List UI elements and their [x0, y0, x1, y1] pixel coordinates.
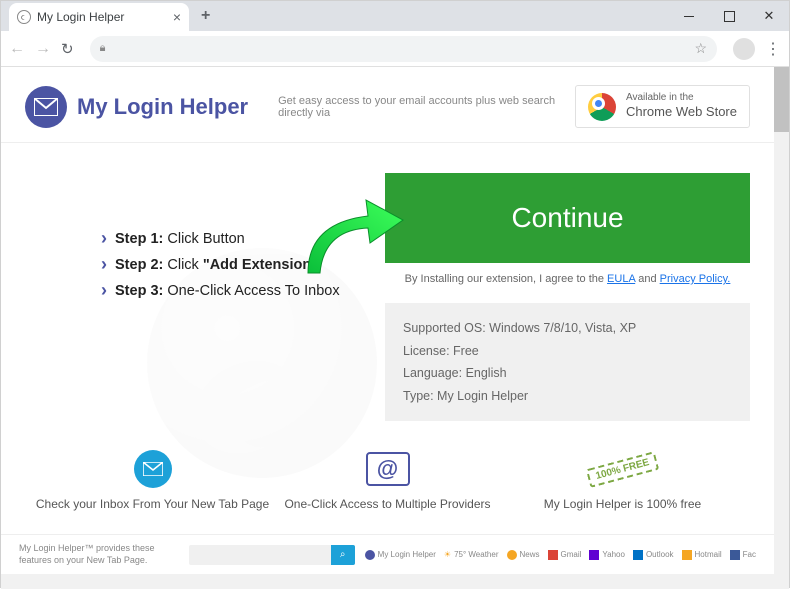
eula-link[interactable]: EULA [607, 273, 635, 285]
horizontal-scrollbar[interactable] [1, 574, 774, 589]
feature-providers: @ One-Click Access to Multiple Providers [270, 449, 505, 511]
feature-free: 100% FREE My Login Helper is 100% free [505, 449, 740, 511]
info-os: Supported OS: Windows 7/8/10, Vista, XP [403, 317, 732, 340]
back-button[interactable]: ← [9, 40, 25, 58]
search-favicon-icon [17, 10, 31, 24]
tab-close-icon[interactable]: × [173, 9, 181, 25]
info-language: Language: English [403, 362, 732, 385]
bottom-link-outlook[interactable]: Outlook [633, 550, 674, 560]
feature-text: Check your Inbox From Your New Tab Page [35, 497, 270, 511]
titlebar: My Login Helper × + [1, 1, 789, 31]
vertical-scrollbar[interactable] [774, 67, 789, 589]
mail-circle-icon [35, 449, 270, 489]
new-tab-button[interactable]: + [201, 7, 210, 25]
page-viewport: .com My Login Helper Get easy access to … [1, 67, 789, 589]
page-header: My Login Helper Get easy access to your … [25, 85, 750, 128]
window-controls [669, 1, 789, 31]
privacy-link[interactable]: Privacy Policy. [660, 273, 731, 285]
scrollbar-corner [774, 574, 789, 589]
steps-list: Step 1: Click Button Step 2: Click "Add … [25, 173, 385, 421]
toolbar: ← → ↻ 🔒︎ ☆ ⋮ [1, 31, 789, 67]
bottom-link-brand[interactable]: My Login Helper [365, 550, 436, 560]
step-3: Step 3: One-Click Access To Inbox [25, 283, 385, 299]
search-icon[interactable]: ⌕ [331, 545, 355, 565]
feature-inbox: Check your Inbox From Your New Tab Page [35, 449, 270, 511]
vertical-scrollbar-thumb[interactable] [774, 67, 789, 132]
address-bar[interactable]: 🔒︎ ☆ [90, 36, 717, 62]
bottom-search-input[interactable]: ⌕ [189, 545, 355, 565]
info-box: Supported OS: Windows 7/8/10, Vista, XP … [385, 303, 750, 421]
maximize-button[interactable] [709, 1, 749, 31]
at-sign-icon: @ [270, 449, 505, 489]
agree-text: By Installing our extension, I agree to … [385, 273, 750, 285]
menu-button[interactable]: ⋮ [765, 39, 781, 59]
bottom-link-facebook[interactable]: Fac [730, 550, 756, 560]
reload-button[interactable]: ↻ [61, 40, 74, 58]
brand-logo: My Login Helper [25, 86, 248, 128]
cws-line1: Available in the [626, 92, 737, 103]
bottom-link-yahoo[interactable]: Yahoo [589, 550, 625, 560]
tab-title: My Login Helper [37, 10, 124, 24]
profile-avatar[interactable] [733, 38, 755, 60]
bottom-bar: My Login Helper™ provides these features… [1, 534, 774, 574]
feature-text: My Login Helper is 100% free [505, 497, 740, 511]
minimize-button[interactable] [669, 1, 709, 31]
lock-icon: 🔒︎ [100, 42, 106, 55]
free-stamp-icon: 100% FREE [505, 449, 740, 489]
envelope-icon [25, 86, 67, 128]
bookmark-star-icon[interactable]: ☆ [694, 40, 707, 57]
chrome-icon [588, 93, 616, 121]
features-row: Check your Inbox From Your New Tab Page … [25, 449, 750, 511]
cws-line2: Chrome Web Store [626, 104, 737, 119]
bottom-link-gmail[interactable]: Gmail [548, 550, 582, 560]
browser-chrome: My Login Helper × + ← → ↻ 🔒︎ ☆ ⋮ [1, 1, 789, 67]
forward-button[interactable]: → [35, 40, 51, 58]
info-license: License: Free [403, 340, 732, 363]
feature-text: One-Click Access to Multiple Providers [270, 497, 505, 511]
bottom-links: My Login Helper ☀75° Weather News Gmail … [365, 550, 756, 560]
bottom-blurb: My Login Helper™ provides these features… [19, 543, 177, 566]
tagline: Get easy access to your email accounts p… [278, 95, 575, 119]
arrow-icon [298, 188, 408, 283]
chrome-web-store-badge[interactable]: Available in the Chrome Web Store [575, 85, 750, 128]
bottom-link-news[interactable]: News [507, 550, 540, 560]
bottom-link-weather[interactable]: ☀75° Weather [444, 550, 499, 559]
window-close-button[interactable] [749, 1, 789, 31]
brand-name: My Login Helper [77, 94, 248, 120]
bottom-link-hotmail[interactable]: Hotmail [682, 550, 722, 560]
browser-tab[interactable]: My Login Helper × [9, 3, 189, 31]
continue-button[interactable]: Continue [385, 173, 750, 263]
divider [1, 142, 774, 143]
info-type: Type: My Login Helper [403, 385, 732, 408]
